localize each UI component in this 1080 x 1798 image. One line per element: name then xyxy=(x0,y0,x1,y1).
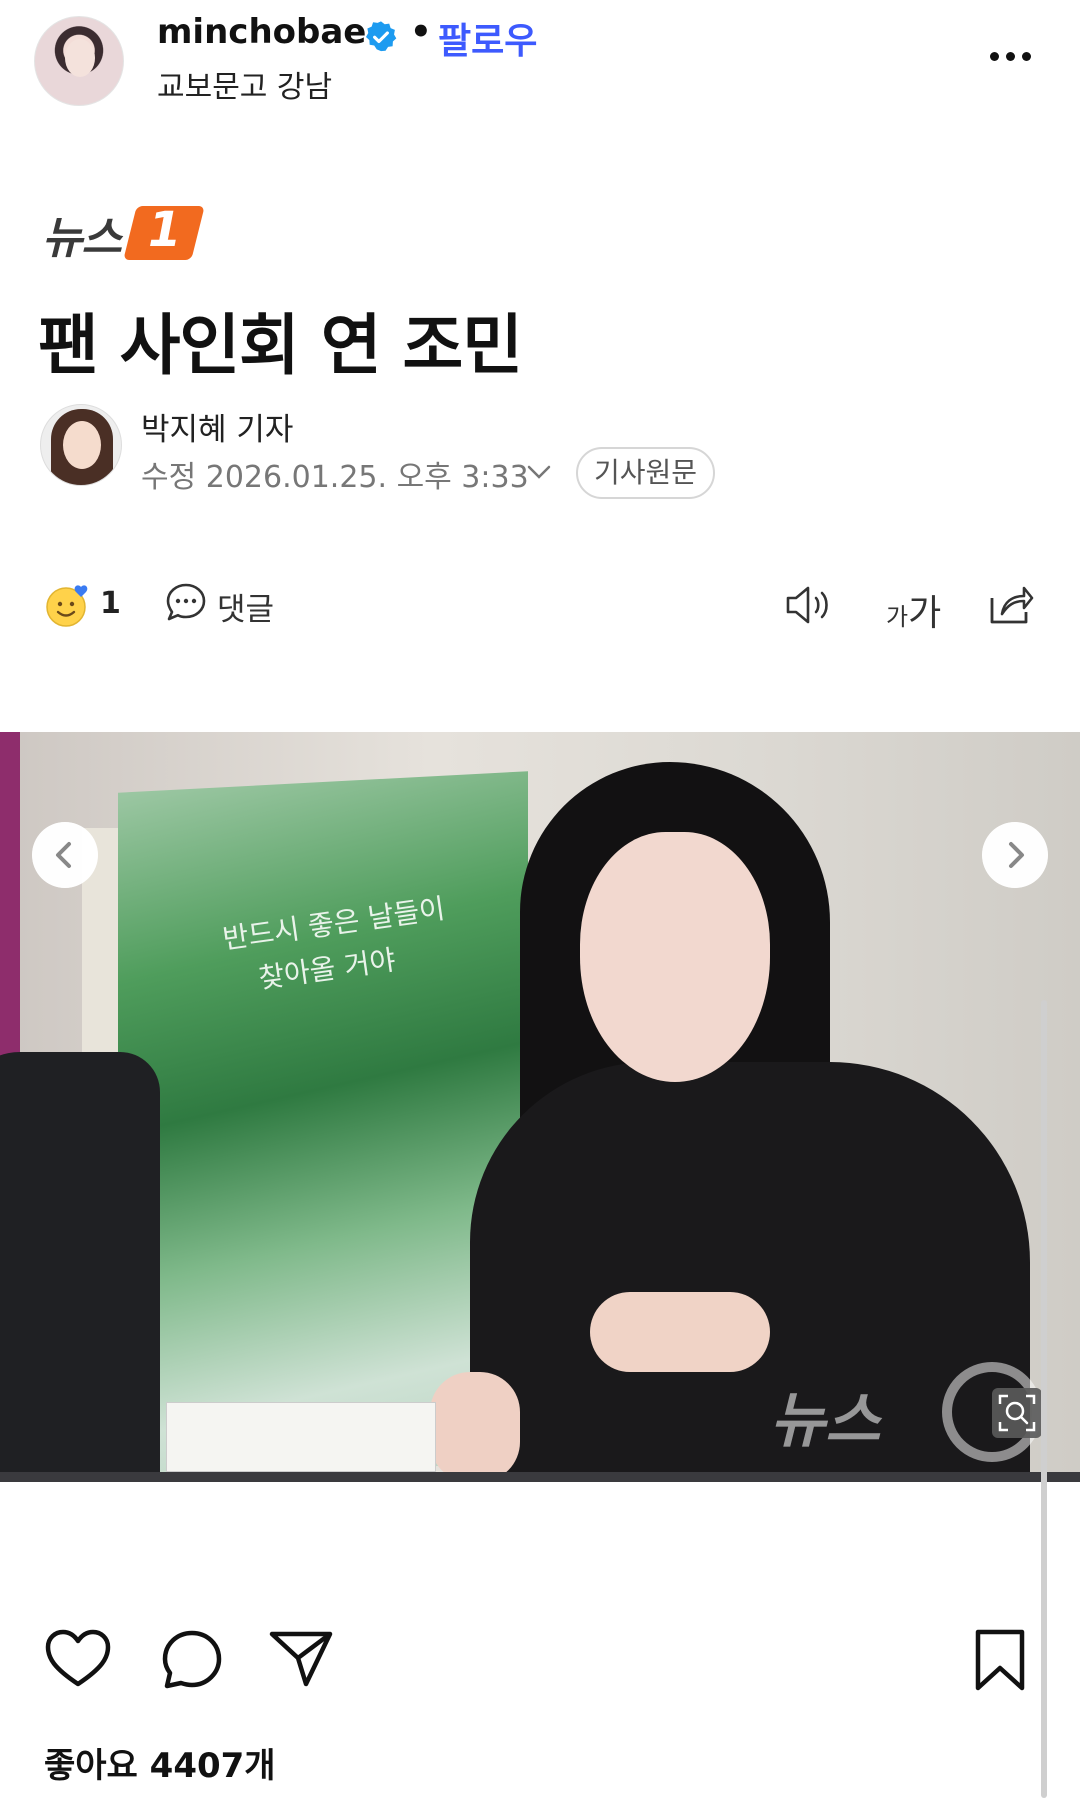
reporter-avatar[interactable] xyxy=(40,404,122,486)
photo-watermark: 뉴스 xyxy=(770,1386,881,1456)
profile-avatar[interactable] xyxy=(34,16,124,106)
smile-emoji-icon[interactable] xyxy=(45,582,91,628)
article-title: 팬 사인회 연 조민 xyxy=(38,307,523,384)
post-header: minchobae • 팔로우 교보문고 강남 xyxy=(0,0,1080,120)
post-location[interactable]: 교보문고 강남 xyxy=(157,62,332,106)
speaker-icon[interactable] xyxy=(784,582,836,628)
reporter-name[interactable]: 박지혜 기자 xyxy=(141,404,293,449)
comment-icon[interactable] xyxy=(160,1628,224,1692)
font-size-large-label: 가 xyxy=(908,593,942,634)
font-size-small-label: 가 xyxy=(886,603,909,631)
verified-badge-icon xyxy=(365,21,397,52)
follow-button[interactable]: 팔로우 xyxy=(438,12,537,64)
share-icon[interactable] xyxy=(986,580,1034,628)
news-logo-text: 뉴스 xyxy=(42,213,122,264)
likes-count[interactable]: 좋아요 4407개 xyxy=(44,1738,276,1787)
bookmark-icon[interactable] xyxy=(972,1628,1028,1692)
reaction-count: 1 xyxy=(100,586,121,621)
article-photo[interactable]: 반드시 좋은 날들이 찾아올 거야 뉴스 xyxy=(0,732,1080,1482)
chevron-left-icon[interactable] xyxy=(32,822,98,888)
news-logo: 뉴스 1 xyxy=(42,200,205,264)
comment-label[interactable]: 댓글 xyxy=(217,584,274,629)
scrollbar[interactable] xyxy=(1041,1000,1047,1798)
heart-icon[interactable] xyxy=(44,1628,112,1690)
modified-date: 수정 2026.01.25. 오후 3:33 xyxy=(141,460,529,495)
send-icon[interactable] xyxy=(268,1628,334,1688)
chevron-down-icon[interactable] xyxy=(526,462,552,482)
font-size-icon[interactable]: 가가 xyxy=(886,584,941,636)
comment-bubble-icon[interactable] xyxy=(164,581,208,625)
news-logo-badge-text: 1 xyxy=(148,202,182,258)
chevron-right-icon[interactable] xyxy=(982,822,1048,888)
source-article-button[interactable]: 기사원문 xyxy=(576,447,716,499)
zoom-icon[interactable] xyxy=(992,1388,1042,1438)
separator-dot: • xyxy=(410,12,432,52)
username[interactable]: minchobae xyxy=(157,12,366,52)
more-options-icon[interactable] xyxy=(988,44,1034,68)
